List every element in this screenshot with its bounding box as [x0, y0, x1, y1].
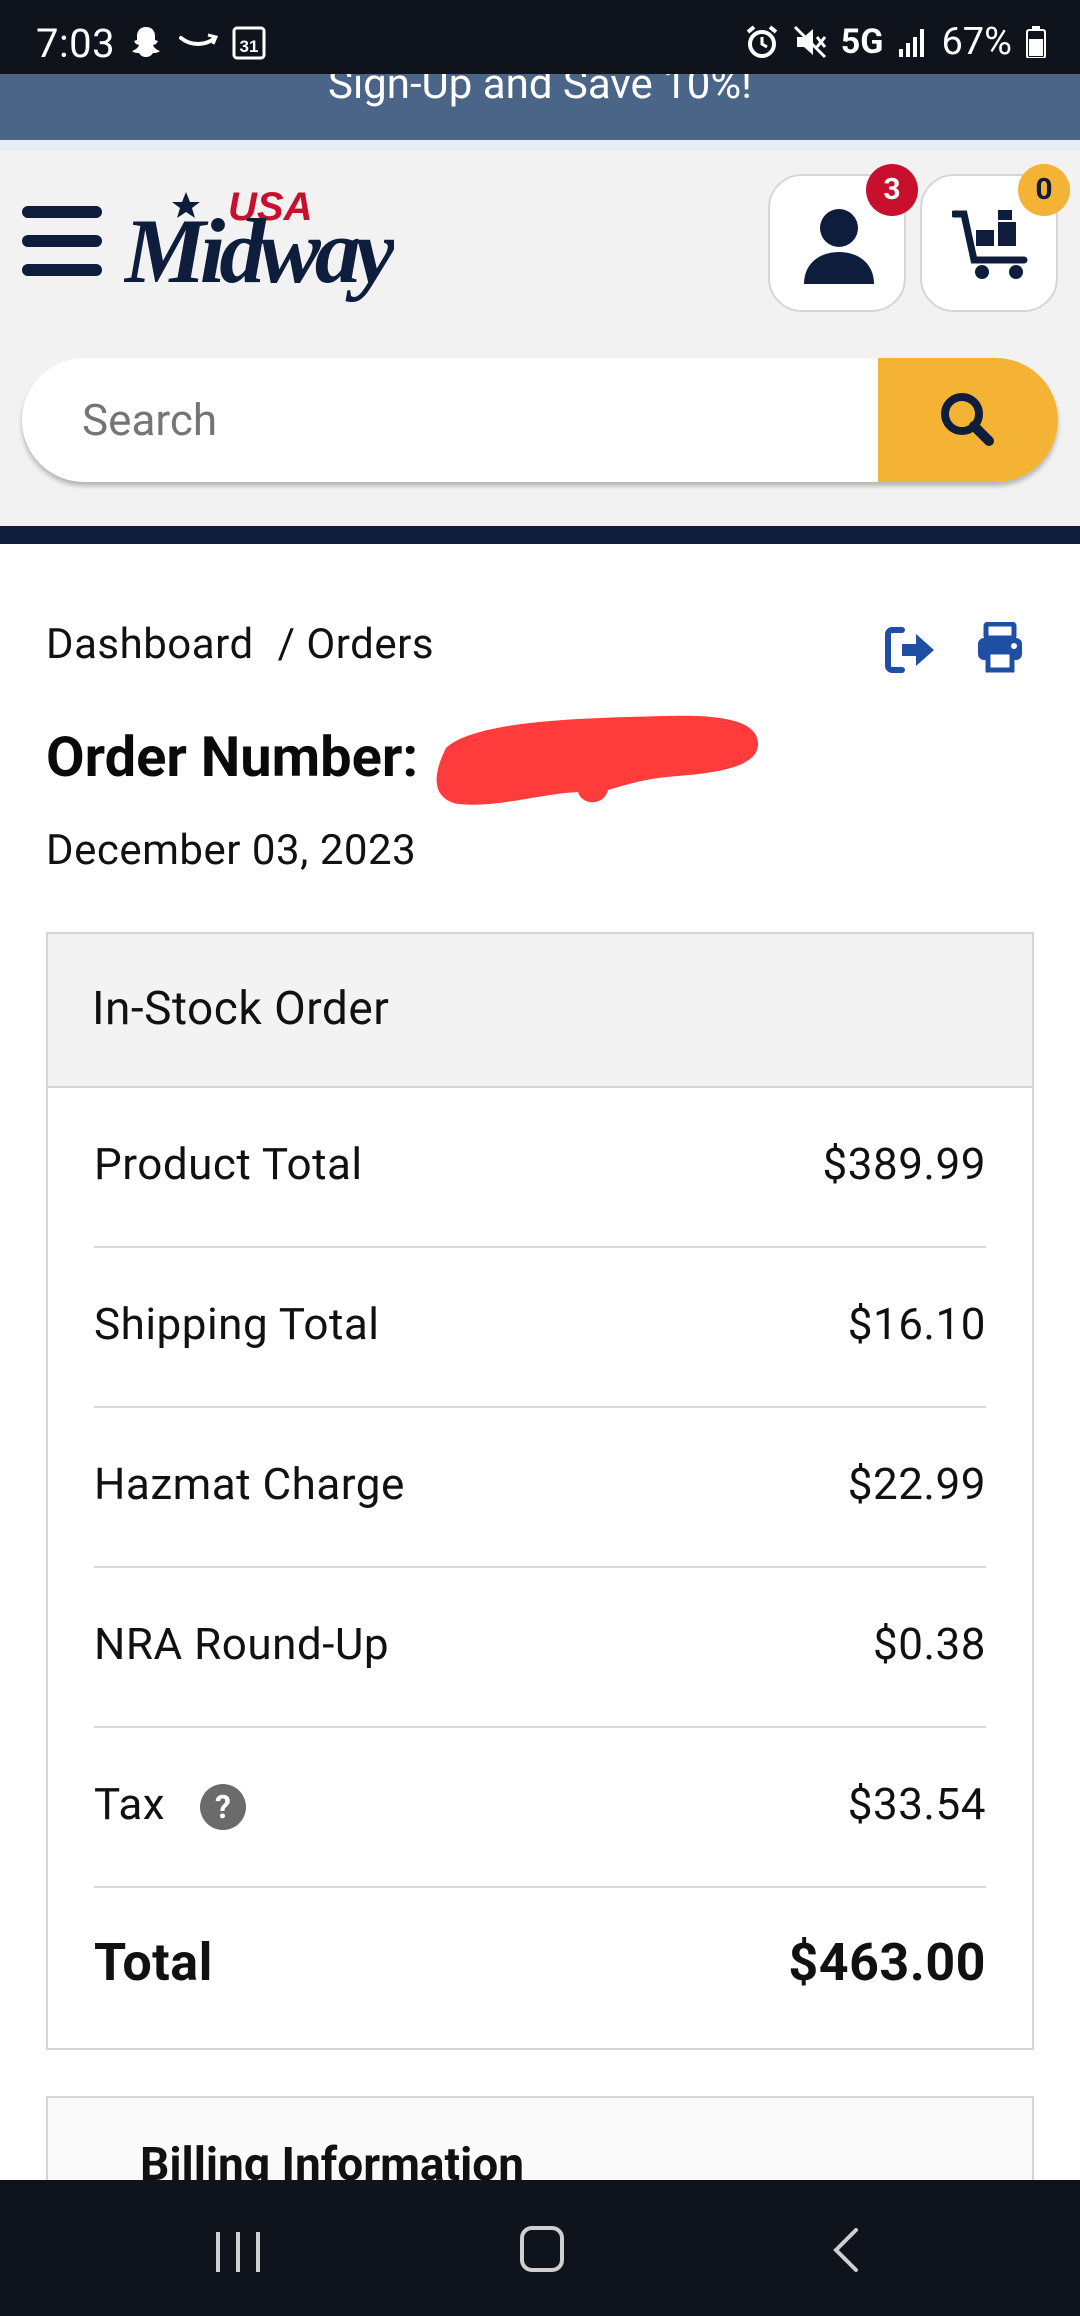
summary-label: Hazmat Charge	[94, 1458, 405, 1510]
logout-icon[interactable]	[884, 624, 936, 676]
summary-value: $389.99	[822, 1138, 986, 1190]
summary-row: Shipping Total $16.10	[94, 1248, 986, 1408]
cart-button[interactable]: 0	[920, 164, 1070, 312]
summary-value: $16.10	[847, 1298, 986, 1350]
summary-label: Shipping Total	[94, 1298, 380, 1350]
system-nav-bar	[0, 2180, 1080, 2316]
amazon-icon	[179, 33, 218, 46]
summary-label: Tax	[94, 1778, 166, 1830]
order-date: December 03, 2023	[46, 826, 417, 875]
search-icon	[941, 393, 994, 446]
battery-percent: 67%	[941, 20, 1012, 64]
summary-row: NRA Round-Up $0.38	[94, 1568, 986, 1728]
calendar-icon: 31	[232, 26, 266, 60]
svg-text:Midway: Midway	[124, 200, 394, 302]
summary-row: Product Total $389.99	[94, 1088, 986, 1248]
order-summary-card: In-Stock Order Product Total $389.99 Shi…	[46, 932, 1034, 2050]
battery-icon	[1026, 26, 1046, 58]
site-header: USA Midway 3 0	[0, 150, 1080, 526]
svg-text:31: 31	[240, 37, 259, 56]
redaction-mark	[436, 715, 759, 805]
total-value: $463.00	[788, 1932, 986, 1993]
summary-value: $22.99	[847, 1458, 986, 1510]
cart-icon	[952, 210, 1028, 279]
home-button[interactable]	[520, 2226, 564, 2272]
order-summary-heading: In-Stock Order	[48, 934, 1032, 1088]
status-bar: 7:03 31 5G 67%	[0, 0, 1080, 74]
recent-apps-button[interactable]	[216, 2232, 260, 2272]
total-label: Total	[94, 1932, 213, 1993]
midway-usa-logo[interactable]: USA Midway	[124, 186, 394, 306]
search-button[interactable]	[878, 358, 1058, 482]
status-time: 7:03	[36, 20, 116, 67]
network-type: 5G	[840, 22, 884, 62]
search-bar	[22, 358, 1058, 482]
user-icon	[804, 209, 874, 284]
summary-label: Product Total	[94, 1138, 363, 1190]
mute-icon	[793, 25, 826, 59]
breadcrumb-dashboard[interactable]: Dashboard	[46, 620, 254, 669]
account-badge: 3	[866, 164, 918, 216]
summary-total-row: Total $463.00	[94, 1888, 986, 2052]
menu-icon[interactable]	[22, 206, 102, 276]
search-input[interactable]	[22, 358, 878, 482]
breadcrumb: Dashboard / Orders	[46, 620, 434, 669]
promo-text: Sign-Up and Save 10%!	[328, 74, 752, 109]
summary-label: NRA Round-Up	[94, 1618, 390, 1670]
account-button[interactable]: 3	[768, 164, 918, 312]
print-icon[interactable]	[976, 622, 1024, 674]
header-divider	[0, 526, 1080, 544]
summary-value: $0.38	[872, 1618, 986, 1670]
alarm-icon	[746, 25, 778, 58]
order-number-label: Order Number:	[46, 724, 419, 790]
tax-help-icon[interactable]: ?	[200, 1784, 246, 1830]
snapchat-icon	[132, 27, 160, 57]
breadcrumb-orders[interactable]: / Orders	[278, 620, 434, 669]
cart-badge: 0	[1018, 164, 1070, 216]
summary-row: Hazmat Charge $22.99	[94, 1408, 986, 1568]
promo-banner[interactable]: Sign-Up and Save 10%!	[0, 74, 1080, 140]
signal-icon	[899, 29, 925, 57]
summary-value: $33.54	[847, 1778, 986, 1830]
summary-row: Tax ? $33.54	[94, 1728, 986, 1888]
back-icon[interactable]	[830, 2226, 860, 2274]
